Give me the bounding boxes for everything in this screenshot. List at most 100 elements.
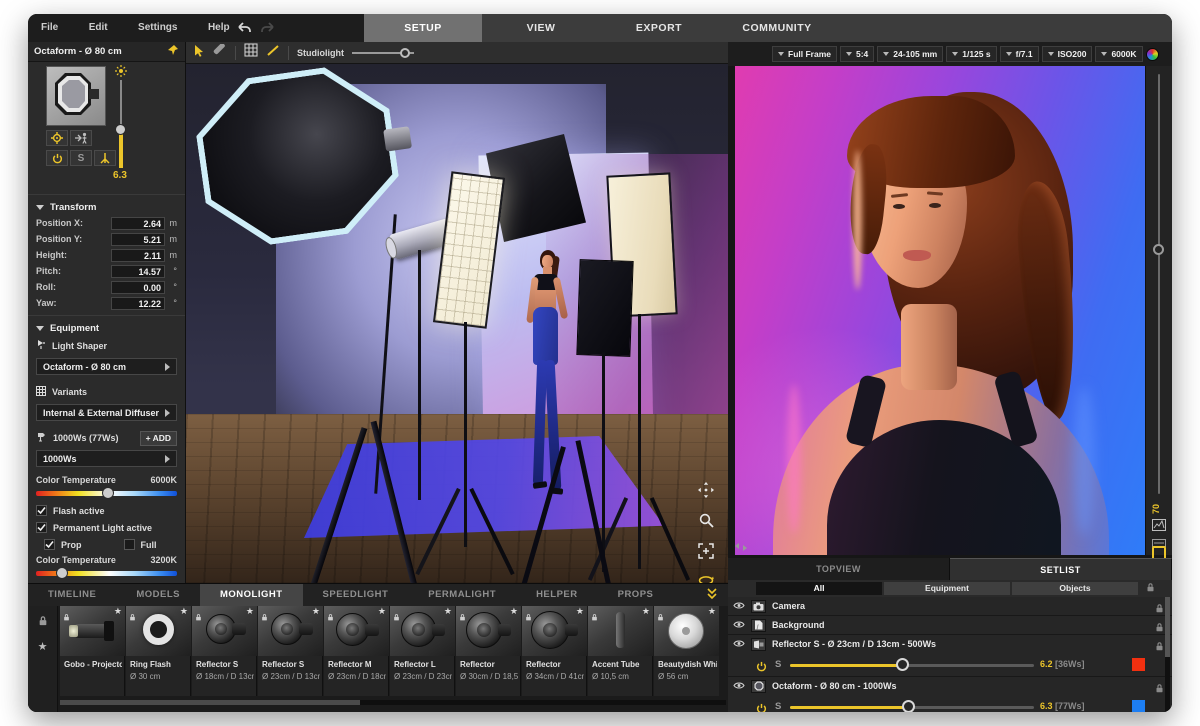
- redo-icon[interactable]: [260, 21, 276, 39]
- lock-filter-icon[interactable]: [38, 614, 48, 632]
- studiolight-slider[interactable]: [352, 47, 414, 59]
- tab-helper[interactable]: HELPER: [516, 584, 598, 606]
- studio-scene[interactable]: [186, 64, 728, 583]
- permanent-light-toggle[interactable]: Permanent Light active: [28, 519, 185, 536]
- position-x-input[interactable]: 2.64: [111, 217, 165, 230]
- orbit-icon[interactable]: [698, 574, 714, 583]
- viewport-3d[interactable]: Studiolight: [186, 42, 728, 583]
- pitch-input[interactable]: 14.57: [111, 265, 165, 278]
- solo-toggle[interactable]: S: [775, 701, 781, 712]
- library-item[interactable]: ★ Accent Tube Ø 10,5 cm: [588, 606, 653, 696]
- visibility-eye-icon[interactable]: [733, 677, 745, 695]
- add-light-button[interactable]: + ADD: [140, 431, 177, 446]
- filter-equipment[interactable]: Equipment: [884, 582, 1010, 595]
- gel-swatch-blue[interactable]: [1132, 700, 1145, 712]
- pin-icon[interactable]: [167, 43, 179, 61]
- focus-target-button[interactable]: [46, 130, 68, 146]
- tab-props[interactable]: PROPS: [598, 584, 674, 606]
- star-icon[interactable]: ★: [642, 606, 650, 617]
- setlist-scrollbar[interactable]: [1165, 597, 1170, 712]
- shutter-dropdown[interactable]: 1/125 s: [946, 46, 996, 62]
- intensity-knob[interactable]: [896, 658, 909, 671]
- temp-knob[interactable]: [56, 567, 68, 579]
- lock-all-icon[interactable]: [1146, 580, 1155, 598]
- star-icon[interactable]: ★: [114, 606, 122, 617]
- lock-icon[interactable]: [591, 609, 598, 627]
- tab-permalight[interactable]: PERMALIGHT: [408, 584, 516, 606]
- sensor-dropdown[interactable]: Full Frame: [772, 46, 837, 62]
- prop-checkbox[interactable]: [44, 539, 55, 550]
- aperture-dropdown[interactable]: f/7.1: [1000, 46, 1039, 62]
- library-scrollbar-thumb[interactable]: [60, 700, 360, 705]
- camera-zoom-knob[interactable]: [1153, 244, 1164, 255]
- library-scrollbar[interactable]: [60, 700, 726, 705]
- point-at-model-button[interactable]: [70, 130, 92, 146]
- star-icon[interactable]: ★: [246, 606, 254, 617]
- color-wheel-icon[interactable]: [1146, 48, 1159, 61]
- tab-monolight[interactable]: MONOLIGHT: [200, 584, 303, 606]
- tab-view[interactable]: VIEW: [482, 14, 600, 42]
- star-icon[interactable]: ★: [378, 606, 386, 617]
- grid-tool-icon[interactable]: [244, 43, 258, 62]
- light-shaper-thumbnail[interactable]: [46, 66, 106, 126]
- pan-move-icon[interactable]: [698, 482, 714, 503]
- roll-input[interactable]: 0.00: [111, 281, 165, 294]
- filter-objects[interactable]: Objects: [1012, 582, 1138, 595]
- tab-setlist[interactable]: SETLIST: [950, 558, 1172, 580]
- select-cursor-icon[interactable]: [194, 44, 205, 62]
- temp-knob[interactable]: [102, 487, 114, 499]
- measure-tool-icon[interactable]: [213, 44, 227, 62]
- star-icon[interactable]: ★: [444, 606, 452, 617]
- power-dropdown[interactable]: 1000Ws: [36, 450, 177, 467]
- menu-settings[interactable]: Settings: [125, 14, 190, 42]
- tab-speedlight[interactable]: SPEEDLIGHT: [303, 584, 409, 606]
- position-y-input[interactable]: 5.21: [111, 233, 165, 246]
- slider-knob[interactable]: [400, 48, 410, 58]
- variants-dropdown[interactable]: Internal & External Diffuser: [36, 404, 177, 421]
- tab-setup[interactable]: SETUP: [364, 14, 482, 42]
- tab-community[interactable]: COMMUNITY: [718, 14, 836, 42]
- visibility-eye-icon[interactable]: [733, 635, 745, 653]
- camera-zoom-track[interactable]: [1158, 74, 1160, 494]
- library-item[interactable]: ★ Reflector Ø 34cm / D 41cm: [522, 606, 587, 696]
- yaw-input[interactable]: 12.22: [111, 297, 165, 310]
- lock-icon[interactable]: [459, 609, 466, 627]
- library-item[interactable]: ★ Reflector S Ø 23cm / D 13cm: [258, 606, 323, 696]
- visibility-eye-icon[interactable]: [733, 597, 745, 615]
- power-button[interactable]: [46, 150, 68, 166]
- setlist-row-octaform[interactable]: Octaform - Ø 80 cm - 1000Ws: [728, 677, 1172, 695]
- power-icon[interactable]: [756, 701, 767, 712]
- lock-icon[interactable]: [63, 609, 70, 627]
- power-icon[interactable]: [756, 659, 767, 677]
- model-figure[interactable]: [516, 250, 574, 520]
- solo-button[interactable]: S: [70, 150, 92, 166]
- filter-all[interactable]: All: [756, 582, 882, 595]
- flash-temp-slider[interactable]: [36, 486, 177, 500]
- focus-frame-icon[interactable]: [698, 543, 714, 564]
- setlist-row-reflector[interactable]: Reflector S - Ø 23cm / D 13cm - 500Ws: [728, 635, 1172, 653]
- height-input[interactable]: 2.11: [111, 249, 165, 262]
- lock-icon[interactable]: [261, 609, 268, 627]
- library-item[interactable]: ★ Beautydish White Ø 56 cm: [654, 606, 719, 696]
- equipment-section-header[interactable]: Equipment: [28, 320, 185, 336]
- iso-dropdown[interactable]: ISO200: [1042, 46, 1093, 62]
- menu-file[interactable]: File: [28, 14, 71, 42]
- menu-edit[interactable]: Edit: [76, 14, 121, 42]
- setlist-row-camera[interactable]: Camera: [728, 597, 1172, 616]
- lock-icon[interactable]: [393, 609, 400, 627]
- lock-icon[interactable]: [525, 609, 532, 627]
- library-item[interactable]: ★ Ring Flash Ø 30 cm: [126, 606, 191, 696]
- intensity-knob[interactable]: [902, 700, 915, 712]
- library-item[interactable]: ★ Reflector M Ø 23cm / D 18cm: [324, 606, 389, 696]
- star-icon[interactable]: ★: [708, 606, 716, 617]
- softbox-octaform[interactable]: [189, 64, 405, 253]
- star-icon[interactable]: ★: [510, 606, 518, 617]
- tab-timeline[interactable]: TIMELINE: [28, 584, 116, 606]
- lock-icon[interactable]: [195, 609, 202, 627]
- star-filter-icon[interactable]: ★: [38, 640, 48, 653]
- tab-export[interactable]: EXPORT: [600, 14, 718, 42]
- lens-dropdown[interactable]: 24-105 mm: [877, 46, 943, 62]
- zoom-icon[interactable]: [699, 513, 714, 533]
- tab-topview[interactable]: TOPVIEW: [728, 558, 950, 580]
- full-checkbox[interactable]: [124, 539, 135, 550]
